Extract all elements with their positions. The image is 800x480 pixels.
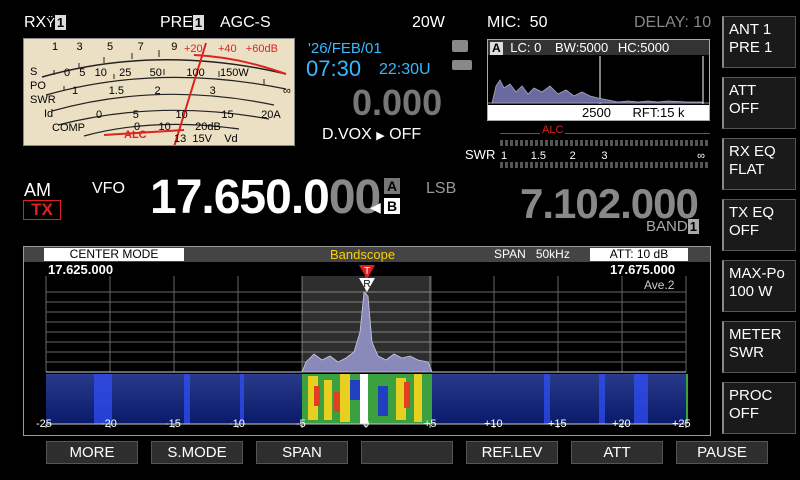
s-over-scale: +20 +40 +60dB xyxy=(184,43,278,55)
swr-scale: SWR 1 1.5 2 3 ∞ xyxy=(465,147,705,162)
band-indicator: BAND 1 xyxy=(646,218,699,235)
ref-level-button[interactable]: REF.LEV xyxy=(466,441,558,464)
pause-button[interactable]: PAUSE xyxy=(676,441,768,464)
preamp-indicator: PRE 1 xyxy=(160,14,205,32)
x-tick-label: -15 xyxy=(165,418,181,430)
swr-label: SWR xyxy=(465,147,496,162)
rx-indicator: RXŸ 1 xyxy=(24,14,67,32)
alc-label: ALC xyxy=(124,129,147,141)
usb-icon xyxy=(452,60,472,70)
scope-mode-button[interactable]: S.MODE xyxy=(151,441,243,464)
filter-scope-header: A LC: 0 BW:5000 HC:5000 xyxy=(488,40,709,55)
x-tick-label: +25 xyxy=(672,418,691,430)
antenna-icon: Ÿ xyxy=(46,15,55,30)
date-display: '26/FEB/01 xyxy=(308,40,382,57)
vfo-a-badge[interactable]: A xyxy=(384,178,400,194)
att-button[interactable]: ATT OFF xyxy=(722,77,796,129)
alc-bar-label: ALC xyxy=(540,124,566,136)
pre-label: PRE xyxy=(160,14,193,31)
main-frequency-digits: 17.650.0 xyxy=(150,171,330,224)
more-button[interactable]: MORE xyxy=(46,441,138,464)
rx-number: 1 xyxy=(54,15,67,30)
filter-bw: BW:5000 xyxy=(555,40,609,55)
x-tick-label: -25 xyxy=(36,418,52,430)
bandscope-panel[interactable]: CENTER MODE Bandscope SPAN 50kHz ATT: 10… xyxy=(23,246,711,436)
mic-value: 50 xyxy=(529,14,548,31)
po-scale-labels: 0 5 10 25 50 100 150W xyxy=(64,67,249,79)
bandscope-span: SPAN 50kHz xyxy=(494,247,570,262)
filter-mode: A xyxy=(490,41,503,55)
s-scale-labels: 1 3 5 7 9 xyxy=(52,41,178,53)
bandscope-title: Bandscope xyxy=(330,247,396,262)
alc-bar: ALC xyxy=(500,124,710,137)
rx-eq-button[interactable]: RX EQ FLAT xyxy=(722,138,796,190)
x-tick-label: +10 xyxy=(484,418,503,430)
tx-power: 20W xyxy=(412,14,445,31)
swr-scale-labels: 1 1.5 2 3 ∞ xyxy=(72,85,291,97)
filter-hc: HC:5000 xyxy=(617,40,670,55)
ant-pre-button[interactable]: ANT 1 PRE 1 xyxy=(722,16,796,68)
mic-label: MIC: xyxy=(487,14,521,31)
arrow-right-icon: ▶ xyxy=(376,130,385,142)
comp-scale-labels: 0 10 20dB xyxy=(134,121,221,133)
utc-display: 22:30U xyxy=(379,61,431,78)
alc-level-bar xyxy=(500,140,710,146)
dvox-label: D.VOX xyxy=(322,126,372,143)
main-frequency-dim-digits: 00 xyxy=(328,171,381,224)
band-label: BAND xyxy=(646,218,688,235)
span-label: SPAN xyxy=(494,247,526,261)
pre-number: 1 xyxy=(192,15,205,30)
x-tick-label: +15 xyxy=(548,418,567,430)
x-tick-label: 0 xyxy=(363,418,370,430)
x-tick-label: +5 xyxy=(424,418,437,430)
scope-att-button[interactable]: ATT xyxy=(571,441,663,464)
x-tick-label: +20 xyxy=(612,418,631,430)
id-scale-labels: 0 5 10 15 20A xyxy=(96,109,281,121)
delay-indicator: DELAY: 10 xyxy=(634,14,712,31)
tx-eq-button[interactable]: TX EQ OFF xyxy=(722,199,796,251)
span-value: 50kHz xyxy=(535,247,570,261)
sd-card-icon xyxy=(452,40,468,52)
filter-rft: RFT:15 k xyxy=(632,105,685,120)
time-display: 07:30 xyxy=(306,56,362,81)
x-tick-label: -20 xyxy=(101,418,117,430)
dvox-value: OFF xyxy=(389,126,422,143)
filter-scope[interactable]: A LC: 0 BW:5000 HC:5000 2500 RFT:15 k xyxy=(487,39,710,121)
x-tick-label: -10 xyxy=(229,418,245,430)
vfo-select-arrow-icon: ◀ xyxy=(370,199,381,215)
rit-offset: 0.000 xyxy=(352,82,443,123)
span-button[interactable]: SPAN xyxy=(256,441,348,464)
dvox-indicator: D.VOX ▶ OFF xyxy=(322,126,421,144)
mode-indicator: AM xyxy=(24,180,51,200)
meter-button[interactable]: METER SWR xyxy=(722,321,796,373)
sideband-indicator: LSB xyxy=(426,180,457,197)
vfo-label: VFO xyxy=(92,180,125,197)
band-number: 1 xyxy=(687,219,699,234)
main-frequency[interactable]: 17.650.000 xyxy=(150,170,381,225)
max-power-button[interactable]: MAX-Po 100 W xyxy=(722,260,796,312)
bandscope-att: ATT: 10 dB xyxy=(590,248,688,261)
tx-indicator: TX xyxy=(23,200,61,220)
filter-lc: LC: 0 xyxy=(510,40,542,55)
swr-level-bar xyxy=(500,162,710,168)
filter-scope-footer: 2500 RFT:15 k xyxy=(488,105,709,120)
x-tick-label: -5 xyxy=(296,418,306,430)
analog-meter[interactable]: 1 3 5 7 9 +20 +40 +60dB S PO SWR Id COMP… xyxy=(23,38,295,146)
blank-function-button[interactable] xyxy=(361,441,453,464)
bandscope-mode[interactable]: CENTER MODE xyxy=(44,248,184,261)
vd-scale-labels: 13 15V Vd xyxy=(174,133,238,145)
mic-gain: MIC: 50 xyxy=(487,14,547,32)
agc-indicator: AGC-S xyxy=(220,14,271,31)
proc-button[interactable]: PROC OFF xyxy=(722,382,796,434)
filter-spectrum xyxy=(488,56,709,104)
vfo-b-badge[interactable]: B xyxy=(384,198,400,214)
rx-label: RX xyxy=(24,14,47,31)
filter-center-freq: 2500 xyxy=(582,105,611,120)
